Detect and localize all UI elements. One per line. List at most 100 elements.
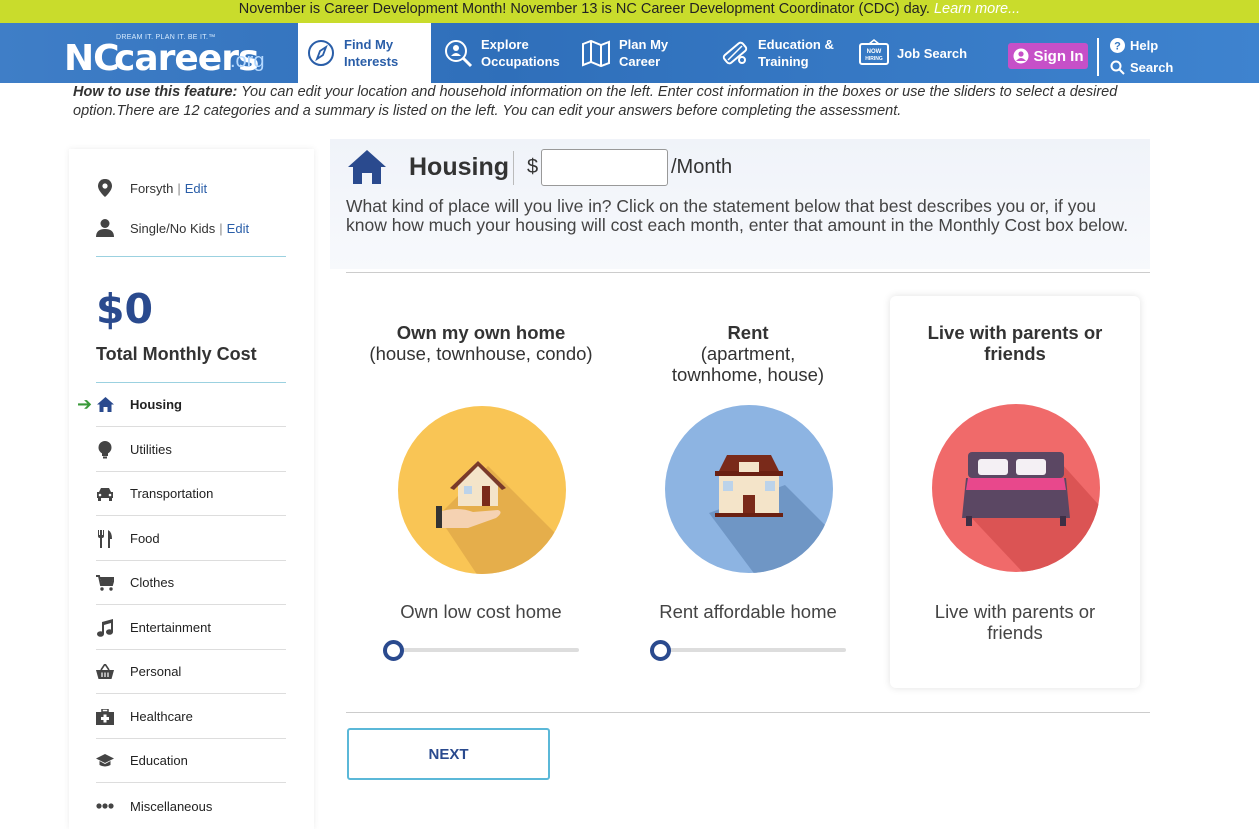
option-title: Rent (apartment, townhome, house)	[623, 322, 873, 385]
sidebar-item-label: Personal	[130, 664, 182, 679]
nav-find-my-interests[interactable]: Find My Interests	[298, 23, 431, 83]
medical-kit-icon	[96, 708, 114, 725]
user-circle-icon	[1013, 48, 1028, 64]
search-link[interactable]: Search	[1110, 60, 1173, 75]
diploma-icon	[722, 41, 748, 65]
sidebar-item-miscellaneous[interactable]: Miscellaneous	[96, 784, 286, 828]
edit-household-link[interactable]: Edit	[227, 221, 249, 236]
total-monthly-cost-value: $0	[96, 285, 154, 333]
nav-explore-occupations[interactable]: Explore Occupations	[443, 23, 573, 83]
sidebar-item-utilities[interactable]: Utilities	[96, 428, 286, 472]
next-button[interactable]: NEXT	[347, 728, 550, 780]
option-title-detail: (house, townhouse, condo)	[369, 343, 593, 364]
option-title-detail: (apartment, townhome, house)	[671, 343, 825, 385]
section-divider	[346, 712, 1150, 713]
option-title: Own my own home (house, townhouse, condo…	[356, 322, 606, 364]
sidebar-item-clothes[interactable]: Clothes	[96, 561, 286, 605]
nav-education-training[interactable]: Education & Training	[720, 23, 850, 83]
nav-label-line1: Plan My	[619, 37, 669, 52]
shopping-cart-icon	[96, 574, 114, 591]
slider-handle[interactable]	[650, 640, 671, 661]
sign-in-button[interactable]: Sign In	[1008, 43, 1088, 69]
logo-nc: NC	[64, 38, 120, 79]
how-to-use-text: How to use this feature: You can edit yo…	[73, 83, 1133, 121]
sidebar-divider	[96, 256, 286, 257]
house-in-hand-icon	[436, 461, 566, 574]
live-with-parents-illustration	[932, 404, 1100, 572]
svg-text:HIRING: HIRING	[865, 56, 883, 62]
sidebar-item-education[interactable]: Education	[96, 739, 286, 783]
option-title: Live with parents or friends	[890, 322, 1140, 364]
option-sub-label: Own low cost home	[400, 601, 562, 622]
nav-plan-my-career[interactable]: Plan My Career	[581, 23, 701, 83]
sidebar-item-transportation[interactable]: Transportation	[96, 472, 286, 516]
sidebar-item-label: Utilities	[130, 442, 172, 457]
nav-label-line1: Find My	[344, 37, 394, 52]
location-value: Forsyth	[130, 180, 174, 196]
help-label: Help	[1130, 38, 1159, 53]
total-monthly-cost-label: Total Monthly Cost	[96, 344, 257, 364]
nccareers-logo[interactable]: DREAM IT. PLAN IT. BE IT.™ NC careers .o…	[64, 34, 274, 79]
car-icon	[97, 487, 113, 501]
sidebar-item-personal[interactable]: Personal	[96, 650, 286, 694]
slider-handle[interactable]	[383, 640, 404, 661]
option-rent[interactable]: Rent (apartment, townhome, house) Rent a…	[623, 296, 873, 688]
sidebar-item-label: Clothes	[130, 575, 175, 590]
sidebar-item-label: Housing	[130, 397, 182, 412]
per-month-label: /Month	[671, 156, 733, 178]
nav-label-line2: Interests	[344, 54, 399, 69]
nav-label-line2: Training	[758, 54, 809, 69]
graduation-cap-icon	[96, 753, 114, 766]
compass-icon	[308, 40, 334, 66]
slider-track	[658, 648, 846, 652]
help-link[interactable]: ? Help	[1110, 38, 1158, 53]
announcement-text: November is Career Development Month! No…	[238, 1, 930, 17]
fork-knife-icon	[98, 529, 112, 548]
music-note-icon	[96, 618, 113, 637]
location-row: Forsyth | Edit	[96, 178, 207, 198]
option-title-main: Live with parents or friends	[927, 322, 1103, 364]
rent-slider[interactable]	[650, 640, 846, 661]
bed-icon	[962, 452, 1100, 572]
house-icon	[96, 397, 114, 412]
option-live-with-parents[interactable]: Live with parents or friends Live with p…	[890, 296, 1140, 688]
option-own-home[interactable]: Own my own home (house, townhouse, condo…	[356, 296, 606, 688]
rental-house-icon	[709, 455, 833, 573]
map-icon	[582, 39, 610, 68]
lightbulb-icon	[98, 440, 112, 458]
household-value: Single/No Kids	[130, 220, 216, 236]
edit-location-link[interactable]: Edit	[185, 181, 207, 196]
house-icon	[348, 150, 386, 184]
sidebar-item-housing[interactable]: Housing	[96, 383, 286, 427]
map-pin-icon	[98, 179, 112, 197]
own-home-illustration	[398, 406, 566, 574]
search-icon	[1110, 60, 1125, 75]
own-home-slider[interactable]	[383, 640, 579, 661]
sidebar-item-food[interactable]: Food	[96, 517, 286, 561]
nav-job-search[interactable]: NOW HIRING Job Search	[859, 23, 979, 83]
section-divider	[346, 272, 1150, 273]
current-category-arrow-icon: ➔	[77, 394, 93, 414]
sidebar-item-label: Healthcare	[130, 709, 193, 724]
sidebar-item-label: Transportation	[130, 486, 214, 501]
sidebar-item-healthcare[interactable]: Healthcare	[96, 695, 286, 739]
learn-more-link[interactable]: Learn more...	[934, 1, 1020, 17]
nav-label-line2: Career	[619, 54, 661, 69]
logo-org: .org	[230, 50, 265, 72]
announcement-bar: November is Career Development Month! No…	[0, 0, 1259, 23]
separator: |	[177, 180, 181, 196]
rent-illustration	[665, 405, 833, 573]
budget-sidebar: Forsyth | Edit Single/No Kids | Edit $0 …	[69, 149, 314, 829]
sidebar-item-entertainment[interactable]: Entertainment	[96, 606, 286, 650]
option-sub-label: Rent affordable home	[659, 601, 837, 622]
housing-question: What kind of place will you live in? Cli…	[346, 196, 1129, 235]
monthly-cost-input[interactable]	[541, 149, 668, 186]
nav-label-line2: Occupations	[481, 54, 560, 69]
nav-label-line1: Job Search	[897, 45, 968, 61]
how-to-label: How to use this feature:	[73, 84, 238, 100]
option-sub-label: Live with parents or friends	[934, 601, 1096, 643]
sidebar-item-label: Miscellaneous	[130, 798, 213, 814]
basket-icon	[96, 664, 114, 679]
option-title-main: Own my own home	[396, 322, 566, 343]
sidebar-item-label: Entertainment	[130, 620, 211, 635]
